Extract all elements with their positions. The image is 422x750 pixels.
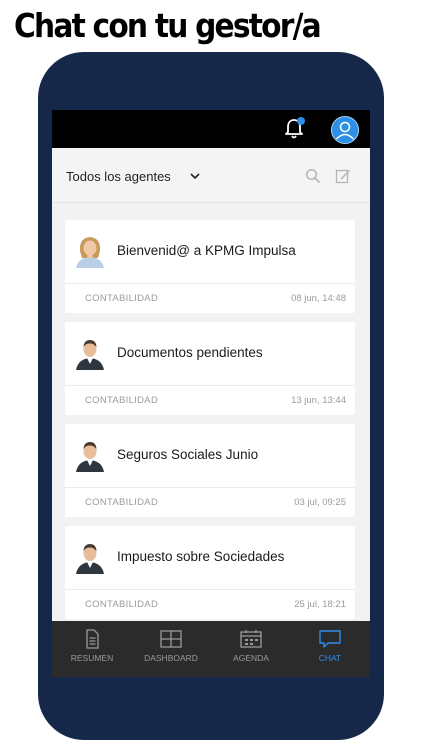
male-agent-avatar xyxy=(76,442,104,472)
agent-filter-bar: Todos los agentes xyxy=(52,148,370,203)
document-icon xyxy=(86,629,99,649)
chat-category: CONTABILIDAD xyxy=(85,497,159,508)
chat-card[interactable]: Seguros Sociales Junio CONTABILIDAD 03 j… xyxy=(65,424,355,517)
card-divider xyxy=(65,385,355,386)
tab-chat[interactable]: CHAT xyxy=(290,621,370,677)
chat-list: Bienvenid@ a KPMG Impulsa CONTABILIDAD 0… xyxy=(52,203,370,621)
card-divider xyxy=(65,487,355,488)
top-bar xyxy=(52,110,370,148)
tab-agenda[interactable]: AGENDA xyxy=(211,621,291,677)
tab-dashboard[interactable]: DASHBOARD xyxy=(131,621,211,677)
chat-category: CONTABILIDAD xyxy=(85,395,159,406)
calendar-icon xyxy=(240,630,262,648)
dashboard-grid-icon xyxy=(160,630,182,648)
app-screen: Todos los agentes Bienvenid@ a KPMG Impu… xyxy=(52,110,370,677)
tab-label: CHAT xyxy=(318,653,342,663)
tab-label: AGENDA xyxy=(233,653,269,663)
chat-date: 25 jul, 18:21 xyxy=(294,599,346,610)
search-icon[interactable] xyxy=(305,168,321,184)
chat-title: Documentos pendientes xyxy=(117,345,263,360)
chat-card[interactable]: Bienvenid@ a KPMG Impulsa CONTABILIDAD 0… xyxy=(65,220,355,313)
agent-filter-dropdown[interactable]: Todos los agentes xyxy=(66,169,171,184)
female-agent-avatar xyxy=(76,237,104,268)
male-agent-avatar xyxy=(76,340,104,370)
chat-title: Seguros Sociales Junio xyxy=(117,447,259,462)
user-avatar-icon[interactable] xyxy=(331,116,359,144)
male-agent-avatar xyxy=(76,544,104,574)
chat-title: Impuesto sobre Sociedades xyxy=(117,549,285,564)
chat-date: 13 jun, 13:44 xyxy=(291,395,346,406)
chat-card[interactable]: Impuesto sobre Sociedades CONTABILIDAD 2… xyxy=(65,526,355,619)
compose-icon[interactable] xyxy=(335,168,351,184)
notification-dot xyxy=(297,117,305,125)
chat-date: 08 jun, 14:48 xyxy=(291,293,346,304)
chat-card[interactable]: Documentos pendientes CONTABILIDAD 13 ju… xyxy=(65,322,355,415)
bottom-tab-bar: RESUMEN DASHBOARD AGENDA CHAT xyxy=(52,621,370,677)
chat-category: CONTABILIDAD xyxy=(85,293,159,304)
tab-resumen[interactable]: RESUMEN xyxy=(52,621,132,677)
chevron-down-icon[interactable] xyxy=(190,172,200,180)
chat-bubble-icon xyxy=(319,630,341,648)
chat-title: Bienvenid@ a KPMG Impulsa xyxy=(117,243,296,258)
card-divider xyxy=(65,283,355,284)
chat-category: CONTABILIDAD xyxy=(85,599,159,610)
tab-label: DASHBOARD xyxy=(144,653,198,663)
card-divider xyxy=(65,589,355,590)
chat-date: 03 jul, 09:25 xyxy=(294,497,346,508)
promo-title: Chat con tu gestor/a xyxy=(14,6,322,45)
tab-label: RESUMEN xyxy=(70,653,114,663)
